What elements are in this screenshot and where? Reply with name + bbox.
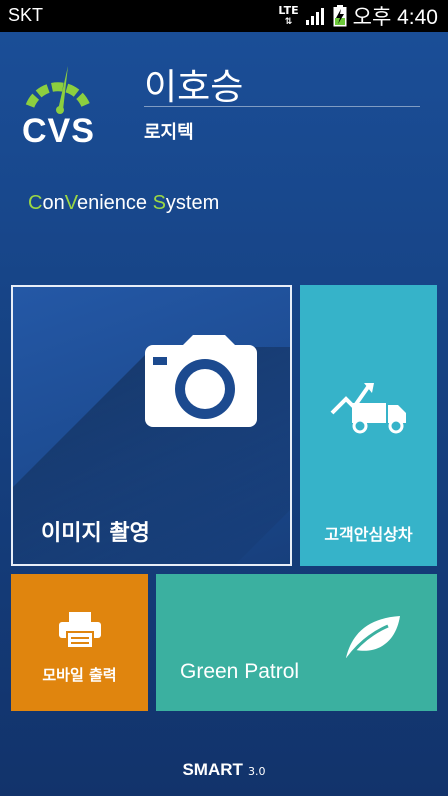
mobile-print-label: 모바일 출력 — [42, 666, 117, 684]
clock: 오후 4:40 — [352, 6, 438, 29]
truck-icon — [330, 383, 406, 434]
image-capture-label: 이미지 촬영 — [41, 521, 150, 546]
green-patrol-label: Green Patrol — [180, 660, 300, 683]
carrier-label: SKT — [8, 5, 44, 25]
camera-icon — [145, 335, 257, 427]
safe-loading-tile[interactable]: 고객안심상차 — [300, 285, 437, 566]
safe-loading-label: 고객안심상차 — [324, 525, 413, 544]
footer-version: 3.0 — [248, 765, 266, 778]
gauge-logo-icon — [25, 66, 91, 114]
battery-charging-icon — [333, 5, 347, 27]
status-bar: SKT LTE ⇅ 오후 4:40 — [0, 0, 448, 32]
company-name: 로지텍 — [144, 122, 194, 143]
footer: SMART 3.0 — [0, 760, 448, 780]
tagline: ConVenience System — [28, 192, 220, 214]
status-icons: LTE ⇅ 오후 4:40 — [278, 2, 438, 30]
lte-indicator: LTE ⇅ — [278, 3, 299, 27]
mobile-print-tile[interactable]: 모바일 출력 — [11, 574, 148, 711]
header-divider — [144, 106, 420, 107]
image-capture-tile[interactable]: 이미지 촬영 — [11, 285, 292, 566]
green-patrol-tile[interactable]: Green Patrol — [156, 574, 437, 711]
printer-icon — [59, 612, 101, 648]
signal-icon — [305, 8, 324, 25]
leaf-icon — [346, 616, 400, 659]
user-name: 이호승 — [144, 66, 244, 107]
footer-brand: SMART — [182, 760, 243, 779]
logo-text: CVS — [22, 112, 95, 150]
